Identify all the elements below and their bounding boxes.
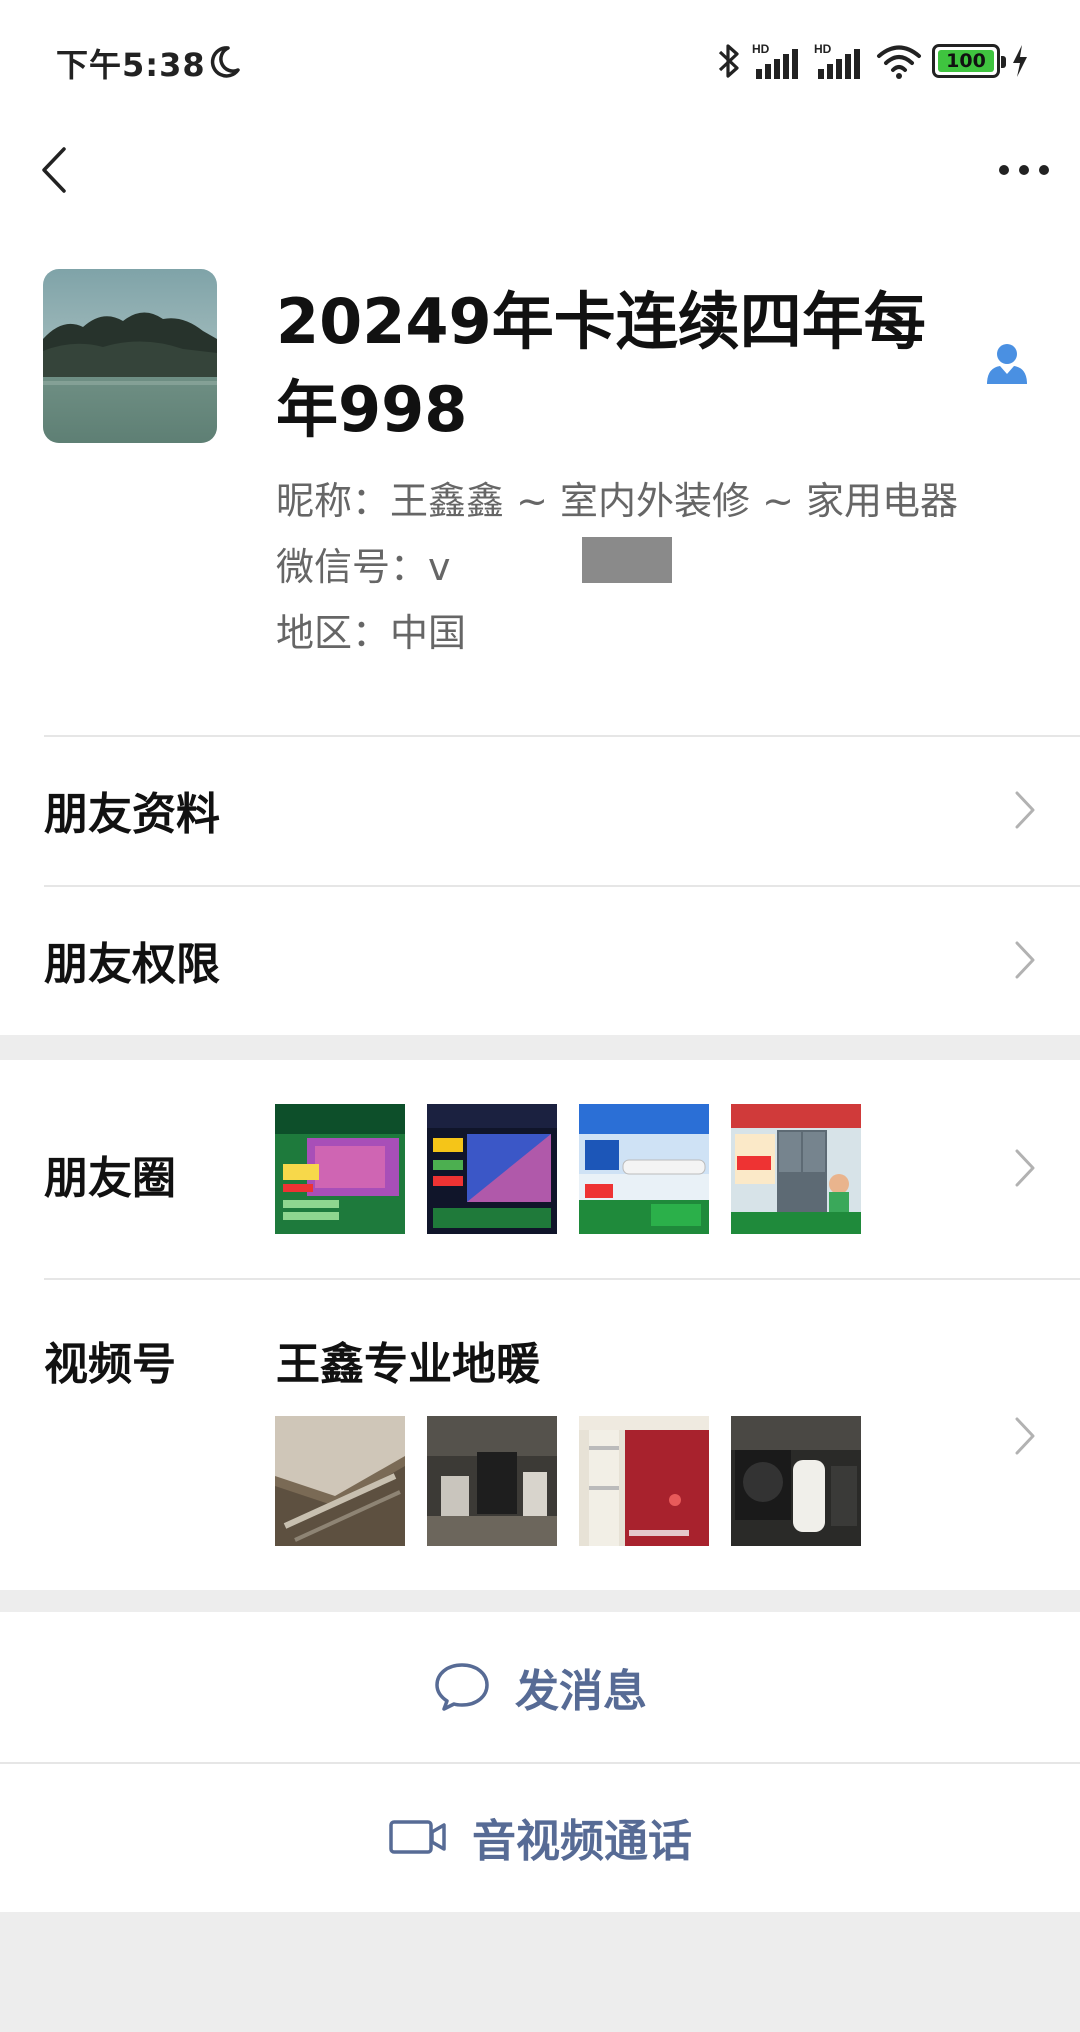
cell-signal-icon: HD [752, 42, 798, 79]
back-button[interactable] [30, 136, 78, 204]
channel-thumbnail [427, 1416, 557, 1546]
avatar-image [43, 269, 217, 443]
moments-thumbnail [427, 1104, 557, 1234]
chevron-right-icon [1015, 791, 1035, 829]
nav-bar [0, 120, 1080, 220]
friend-info-row[interactable]: 朋友资料 [0, 735, 1080, 885]
display-name: 20249年卡连续四年每年998 [276, 285, 926, 446]
more-dots-icon [999, 165, 1049, 175]
channel-thumbnail [731, 1416, 861, 1546]
voice-video-call-label: 音视频通话 [472, 1816, 692, 1867]
channels-thumbnails [275, 1416, 861, 1546]
region-line: 地区：中国 [276, 611, 467, 655]
charging-bolt-icon [1013, 45, 1027, 77]
person-icon[interactable] [984, 340, 1030, 386]
wechat-id-line: 微信号：v [276, 545, 451, 589]
svg-text:HD: HD [752, 42, 770, 56]
moments-thumbnails [275, 1104, 861, 1234]
chevron-left-icon [42, 147, 66, 193]
moments-thumbnail [579, 1104, 709, 1234]
moments-thumbnail [275, 1104, 405, 1234]
channel-thumbnail [275, 1416, 405, 1546]
chevron-right-icon [1015, 941, 1035, 979]
chevron-right-icon [1015, 1149, 1035, 1187]
battery-indicator: 100 [932, 44, 1006, 78]
friend-permissions-row[interactable]: 朋友权限 [0, 885, 1080, 1035]
redaction-block [582, 537, 672, 583]
profile-header: 20249年卡连续四年每年998 昵称：王鑫鑫 ~ 室内外装修 ~ 家用电器 微… [0, 220, 1080, 735]
cell-signal-icon-2: HD [814, 42, 860, 79]
chat-bubble-icon [435, 1663, 489, 1711]
more-button[interactable] [990, 142, 1058, 198]
moments-row[interactable]: 朋友圈 [0, 1060, 1080, 1278]
moments-label: 朋友圈 [44, 1153, 176, 1204]
svg-text:HD: HD [814, 42, 832, 56]
channel-name: 王鑫专业地暖 [276, 1339, 540, 1390]
moon-icon [210, 46, 240, 78]
friend-info-label: 朋友资料 [44, 789, 220, 840]
moments-thumbnail [731, 1104, 861, 1234]
wifi-icon [877, 45, 921, 79]
voice-video-call-button[interactable]: 音视频通话 [0, 1762, 1080, 1912]
friend-settings-section: 朋友资料 朋友权限 [0, 735, 1080, 1035]
moments-channels-section: 朋友圈 视频号 王鑫专业地暖 [0, 1060, 1080, 1590]
send-message-button[interactable]: 发消息 [0, 1612, 1080, 1762]
status-bar: 下午5:38 HD HD 100 [0, 0, 1080, 120]
channel-thumbnail [579, 1416, 709, 1546]
status-icons: HD HD 100 [716, 38, 1030, 84]
battery-level: 100 [946, 50, 986, 72]
channels-label: 视频号 [44, 1339, 176, 1390]
channels-row[interactable]: 视频号 王鑫专业地暖 [0, 1278, 1080, 1590]
video-camera-icon [389, 1820, 446, 1854]
chevron-right-icon [1015, 1417, 1035, 1455]
status-time: 下午5:38 [56, 46, 206, 84]
bluetooth-icon [718, 44, 739, 78]
send-message-label: 发消息 [515, 1666, 647, 1717]
actions-section: 发消息 音视频通话 [0, 1612, 1080, 1912]
friend-permissions-label: 朋友权限 [44, 939, 220, 990]
avatar[interactable] [43, 269, 217, 443]
nickname-line: 昵称：王鑫鑫 ~ 室内外装修 ~ 家用电器 [276, 479, 958, 523]
